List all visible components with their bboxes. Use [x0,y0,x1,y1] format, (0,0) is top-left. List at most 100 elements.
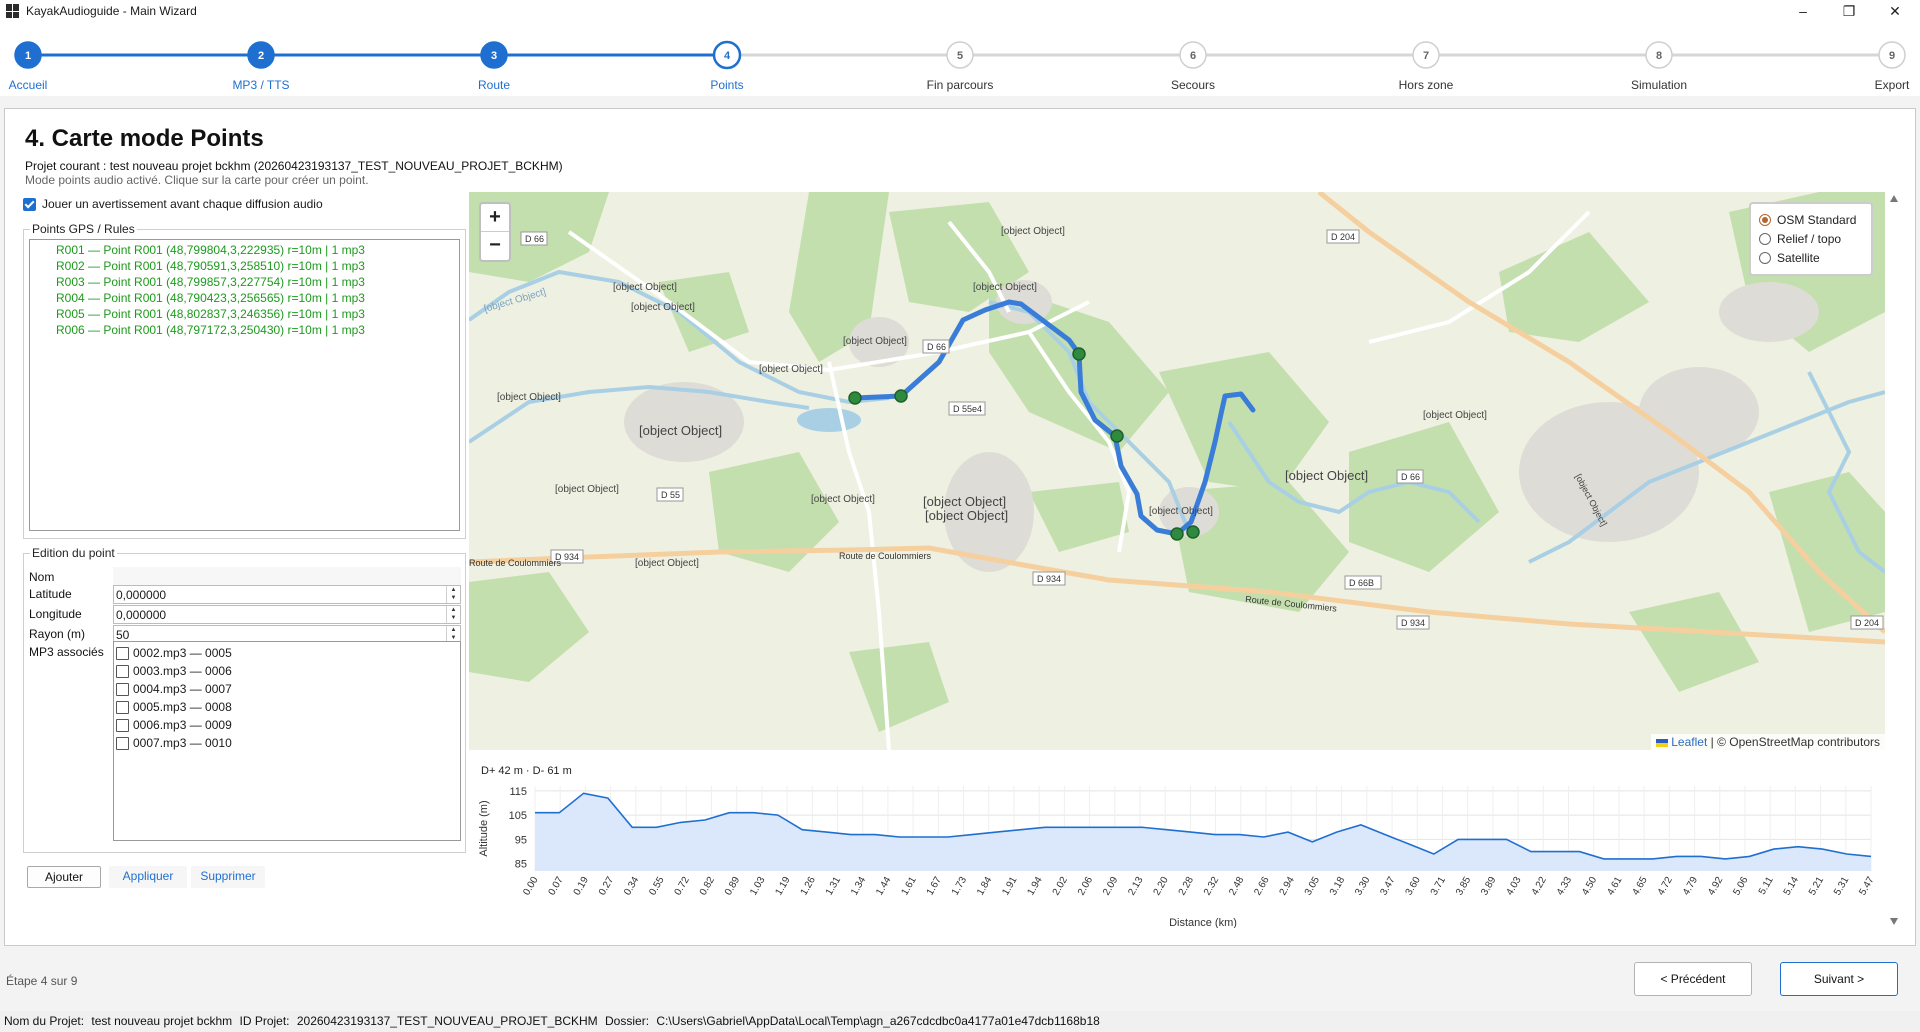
mp3-item[interactable]: 0005.mp3 — 0008 [116,698,460,716]
poi-marker[interactable] [1110,429,1124,443]
list-item[interactable]: R003 — Point R001 (48,799857,3,227754) r… [56,274,459,290]
ukraine-flag-icon [1656,738,1669,747]
mp3-checkbox[interactable] [116,646,129,660]
mp3-checkbox[interactable] [116,718,129,732]
longitude-spin[interactable]: ▲ ▼ [446,606,460,623]
x-tick-label: 0.00 [521,875,540,898]
step-label[interactable]: Route [424,78,564,92]
zoom-out-button[interactable]: − [481,232,509,260]
step-label[interactable]: Hors zone [1356,78,1496,92]
road-shield: D 66 [525,234,544,244]
mp3-item[interactable]: 0002.mp3 — 0005 [116,644,460,662]
points-list[interactable]: R001 — Point R001 (48,799804,3,222935) r… [29,239,460,531]
app-icon [6,4,20,18]
poi-marker[interactable] [894,389,908,403]
step-8[interactable]: 8 [1645,41,1673,69]
mp3-item[interactable]: 0006.mp3 — 0009 [116,716,460,734]
map-canvas[interactable]: [object Object] [object Object] [object … [469,192,1885,750]
list-item[interactable]: R002 — Point R001 (48,790591,3,258510) r… [56,258,459,274]
layer-radio[interactable] [1759,232,1771,245]
x-tick-label: 3.05 [1303,875,1322,898]
poi-marker[interactable] [848,391,862,405]
step-3[interactable]: 3 [480,41,508,69]
x-tick-label: 4.03 [1504,875,1523,898]
layer-option-satellite[interactable]: Satellite [1759,248,1863,267]
x-tick-label: 0.07 [547,875,566,898]
poi-marker[interactable] [1170,527,1184,541]
place-label: [object Object] [925,508,1008,523]
y-tick-label: 105 [509,810,527,822]
delete-button[interactable]: Supprimer [191,866,265,888]
list-item[interactable]: R006 — Point R001 (48,797172,3,250430) r… [56,322,459,338]
mp3-item-label: 0003.mp3 — 0006 [133,664,232,678]
step-2[interactable]: 2 [247,41,275,69]
step-5[interactable]: 5 [946,41,974,69]
poi-marker[interactable] [1186,525,1200,539]
x-tick-label: 2.28 [1177,875,1196,898]
step-label[interactable]: Fin parcours [890,78,1030,92]
list-item[interactable]: R005 — Point R001 (48,802837,3,246356) r… [56,306,459,322]
list-item[interactable]: R004 — Point R001 (48,790423,3,256565) r… [56,290,459,306]
scroll-up-icon[interactable] [1890,195,1898,202]
layer-option-osm[interactable]: OSM Standard [1759,210,1863,229]
mp3-checkbox[interactable] [116,664,129,678]
next-button[interactable]: Suivant > [1780,962,1898,996]
mp3-item[interactable]: 0003.mp3 — 0006 [116,662,460,680]
warn-checkbox-row[interactable]: Jouer un avertissement avant chaque diff… [23,197,323,211]
add-button[interactable]: Ajouter [27,866,101,888]
list-item[interactable]: R001 — Point R001 (48,799804,3,222935) r… [56,242,459,258]
step-label[interactable]: Export [1822,78,1920,92]
latitude-field[interactable]: 0,000000 ▲ ▼ [113,585,461,604]
road-label: Route de Coulommiers [839,551,932,561]
place-label: [object Object] [811,494,875,505]
status-name-value: test nouveau projet bckhm [91,1014,233,1028]
main-scrollbar[interactable] [1887,192,1901,928]
previous-button[interactable]: < Précédent [1634,962,1752,996]
name-field[interactable] [113,567,461,586]
longitude-field[interactable]: 0,000000 ▲ ▼ [113,605,461,624]
step-number: 8 [1656,50,1662,62]
x-tick-label: 0.89 [723,875,742,898]
minimize-button[interactable]: – [1780,0,1826,22]
mp3-list[interactable]: 0002.mp3 — 0005 0003.mp3 — 0006 0004.mp3… [113,641,461,841]
mp3-checkbox[interactable] [116,736,129,750]
x-tick-label: 4.72 [1656,875,1675,898]
layer-radio[interactable] [1759,213,1771,226]
leaflet-link[interactable]: Leaflet [1671,735,1707,749]
longitude-value: 0,000000 [116,608,167,622]
x-axis-label: Distance (km) [1169,917,1237,928]
apply-button[interactable]: Appliquer [109,866,187,888]
step-label[interactable]: Points [657,78,797,92]
poi-marker[interactable] [1072,347,1086,361]
step-7[interactable]: 7 [1412,41,1440,69]
x-tick-label: 3.30 [1353,875,1372,898]
map-view[interactable]: [object Object] [object Object] [object … [469,192,1885,750]
mp3-checkbox[interactable] [116,682,129,696]
scroll-down-icon[interactable] [1890,918,1898,925]
step-label[interactable]: Accueil [0,78,98,92]
layer-radio[interactable] [1759,251,1771,264]
zoom-in-button[interactable]: + [481,204,509,232]
mp3-item[interactable]: 0007.mp3 — 0010 [116,734,460,752]
status-dir-label: Dossier: [605,1014,650,1028]
x-tick-label: 2.09 [1101,875,1120,898]
step-label[interactable]: Simulation [1589,78,1729,92]
step-label[interactable]: MP3 / TTS [191,78,331,92]
step-label[interactable]: Secours [1123,78,1263,92]
warn-checkbox[interactable] [23,197,36,211]
maximize-button[interactable]: ❐ [1826,0,1872,22]
place-label: [object Object] [843,336,907,347]
close-button[interactable]: ✕ [1872,0,1918,22]
place-label: [object Object] [497,392,561,403]
latitude-spin[interactable]: ▲ ▼ [446,586,460,603]
layer-option-relief[interactable]: Relief / topo [1759,229,1863,248]
mp3-item[interactable]: 0004.mp3 — 0007 [116,680,460,698]
step-6[interactable]: 6 [1179,41,1207,69]
mp3-item-label: 0004.mp3 — 0007 [133,682,232,696]
step-1[interactable]: 1 [14,41,42,69]
step-4[interactable]: 4 [712,40,742,70]
x-tick-label: 1.73 [950,875,969,898]
mp3-checkbox[interactable] [116,700,129,714]
step-9[interactable]: 9 [1878,41,1906,69]
x-tick-label: 4.50 [1580,875,1599,898]
